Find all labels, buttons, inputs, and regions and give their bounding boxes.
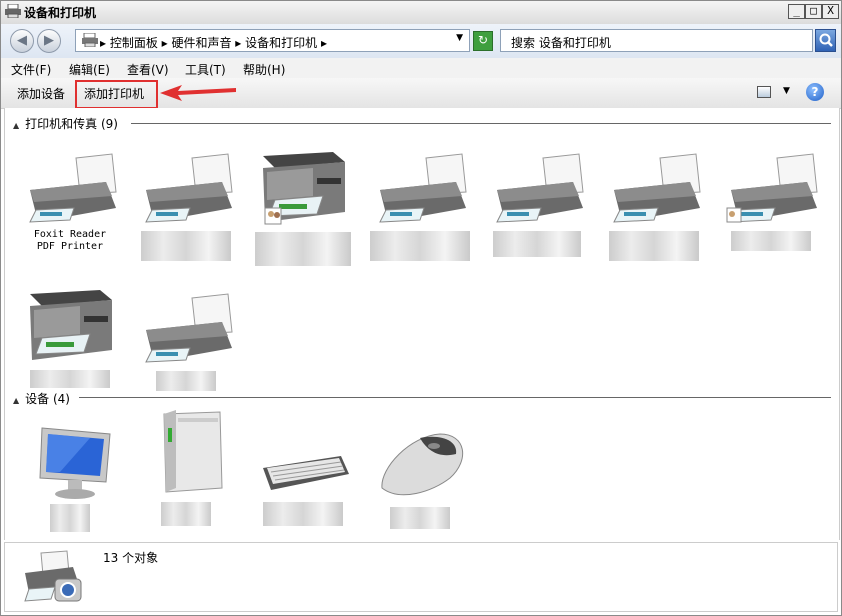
redacted-label [731,231,811,251]
keyboard-icon [263,456,349,490]
device-item-computer[interactable] [131,408,241,526]
collapse-icon[interactable]: ▲ [13,396,19,405]
details-pane: 13 个对象 [4,542,838,612]
red-arrow-icon [160,85,236,101]
group-title-devices: 设备 (4) [25,392,70,406]
address-toolbar: ◀ ▶ ▸ 控制面板 ▸ 硬件和声音 ▸ 设备和打印机 ▸ ▼ ↻ 搜索 设备和… [0,24,842,59]
add-printer-button[interactable]: 添加打印机 [84,85,144,102]
redacted-label [390,507,450,529]
address-dropdown-icon[interactable]: ▼ [456,33,463,43]
printer-item[interactable] [15,286,125,388]
forward-arrow-icon: ▶ [44,33,54,48]
printer-item[interactable] [131,292,241,391]
printer-icon [29,153,117,223]
printer-item[interactable] [716,152,826,251]
group-header-printers[interactable]: ▲ 打印机和传真 (9) [13,115,118,132]
search-icon [819,33,833,47]
change-view-icon[interactable] [757,86,771,98]
search-placeholder: 搜索 设备和打印机 [511,36,611,50]
printer-label-line2: PDF Printer [36,241,104,252]
redacted-label [370,231,470,261]
title-bar: 设备和打印机 _ □ X [0,0,842,25]
monitor-icon [39,427,111,499]
menu-tools[interactable]: 工具(T) [185,61,226,78]
printer-item[interactable] [365,152,475,261]
printer-label-line1: Foxit Reader [33,229,107,240]
item-count: 13 个对象 [103,551,159,565]
menu-edit[interactable]: 编辑(E) [69,61,110,78]
group-title-printers: 打印机和传真 (9) [25,117,118,131]
window-title: 设备和打印机 [24,6,97,20]
printer-item[interactable] [599,152,709,261]
device-item-mouse[interactable] [365,428,475,529]
redacted-label [30,370,110,388]
printer-label: Foxit Reader PDF Printer [15,229,125,253]
help-icon[interactable]: ? [806,83,824,101]
add-device-button[interactable]: 添加设备 [17,85,65,102]
command-bar: 添加设备 添加打印机 ▼ ? [0,78,842,109]
printer-item[interactable] [131,152,241,261]
printer-icon [145,293,233,363]
items-view: ▲ 打印机和传真 (9) Foxit Reader PDF Printer ▲ … [4,108,840,540]
maximize-button[interactable]: □ [805,4,822,19]
printer-item[interactable] [248,148,358,266]
search-button[interactable] [815,29,836,52]
pc-tower-icon [163,410,223,493]
refresh-button[interactable]: ↻ [473,31,493,51]
device-item-monitor[interactable] [15,420,125,532]
redacted-label [263,502,343,526]
group-divider [131,123,831,124]
menu-view[interactable]: 查看(V) [127,61,169,78]
menu-help[interactable]: 帮助(H) [243,61,285,78]
devices-printers-icon [24,550,82,602]
printer-icon [613,153,701,223]
menu-file[interactable]: 文件(F) [11,61,51,78]
collapse-icon[interactable]: ▲ [13,121,19,130]
redacted-label [161,502,211,526]
breadcrumb[interactable]: ▸ 控制面板 ▸ 硬件和声音 ▸ 设备和打印机 ▸ [100,34,327,51]
device-item-keyboard[interactable] [248,448,358,526]
printer-item[interactable] [482,152,592,257]
back-button[interactable]: ◀ [10,29,34,53]
search-input[interactable]: 搜索 设备和打印机 [500,29,813,52]
redacted-label [609,231,699,261]
devices-printers-icon [5,4,21,18]
printer-item-foxit[interactable]: Foxit Reader PDF Printer [15,152,125,253]
refresh-icon: ↻ [477,33,489,47]
redacted-label [50,504,90,532]
group-divider [79,397,831,398]
printer-icon [496,153,584,223]
mfp-printer-icon [263,152,345,225]
mfp-printer-icon [30,290,112,360]
redacted-label [156,371,216,391]
printer-icon [145,153,233,223]
redacted-label [493,231,581,257]
printer-icon [726,153,818,223]
mouse-icon [381,433,464,496]
redacted-label [255,232,351,266]
address-bar[interactable]: ▸ 控制面板 ▸ 硬件和声音 ▸ 设备和打印机 ▸ ▼ [75,29,470,52]
printer-icon [379,153,467,223]
back-arrow-icon: ◀ [17,33,27,48]
forward-button[interactable]: ▶ [37,29,61,53]
control-panel-icon [82,33,98,47]
view-dropdown-icon[interactable]: ▼ [783,86,790,96]
group-header-devices[interactable]: ▲ 设备 (4) [13,390,70,407]
menu-bar: 文件(F) 编辑(E) 查看(V) 工具(T) 帮助(H) [0,58,842,78]
minimize-button[interactable]: _ [788,4,805,19]
redacted-label [141,231,231,261]
close-button[interactable]: X [822,4,839,19]
